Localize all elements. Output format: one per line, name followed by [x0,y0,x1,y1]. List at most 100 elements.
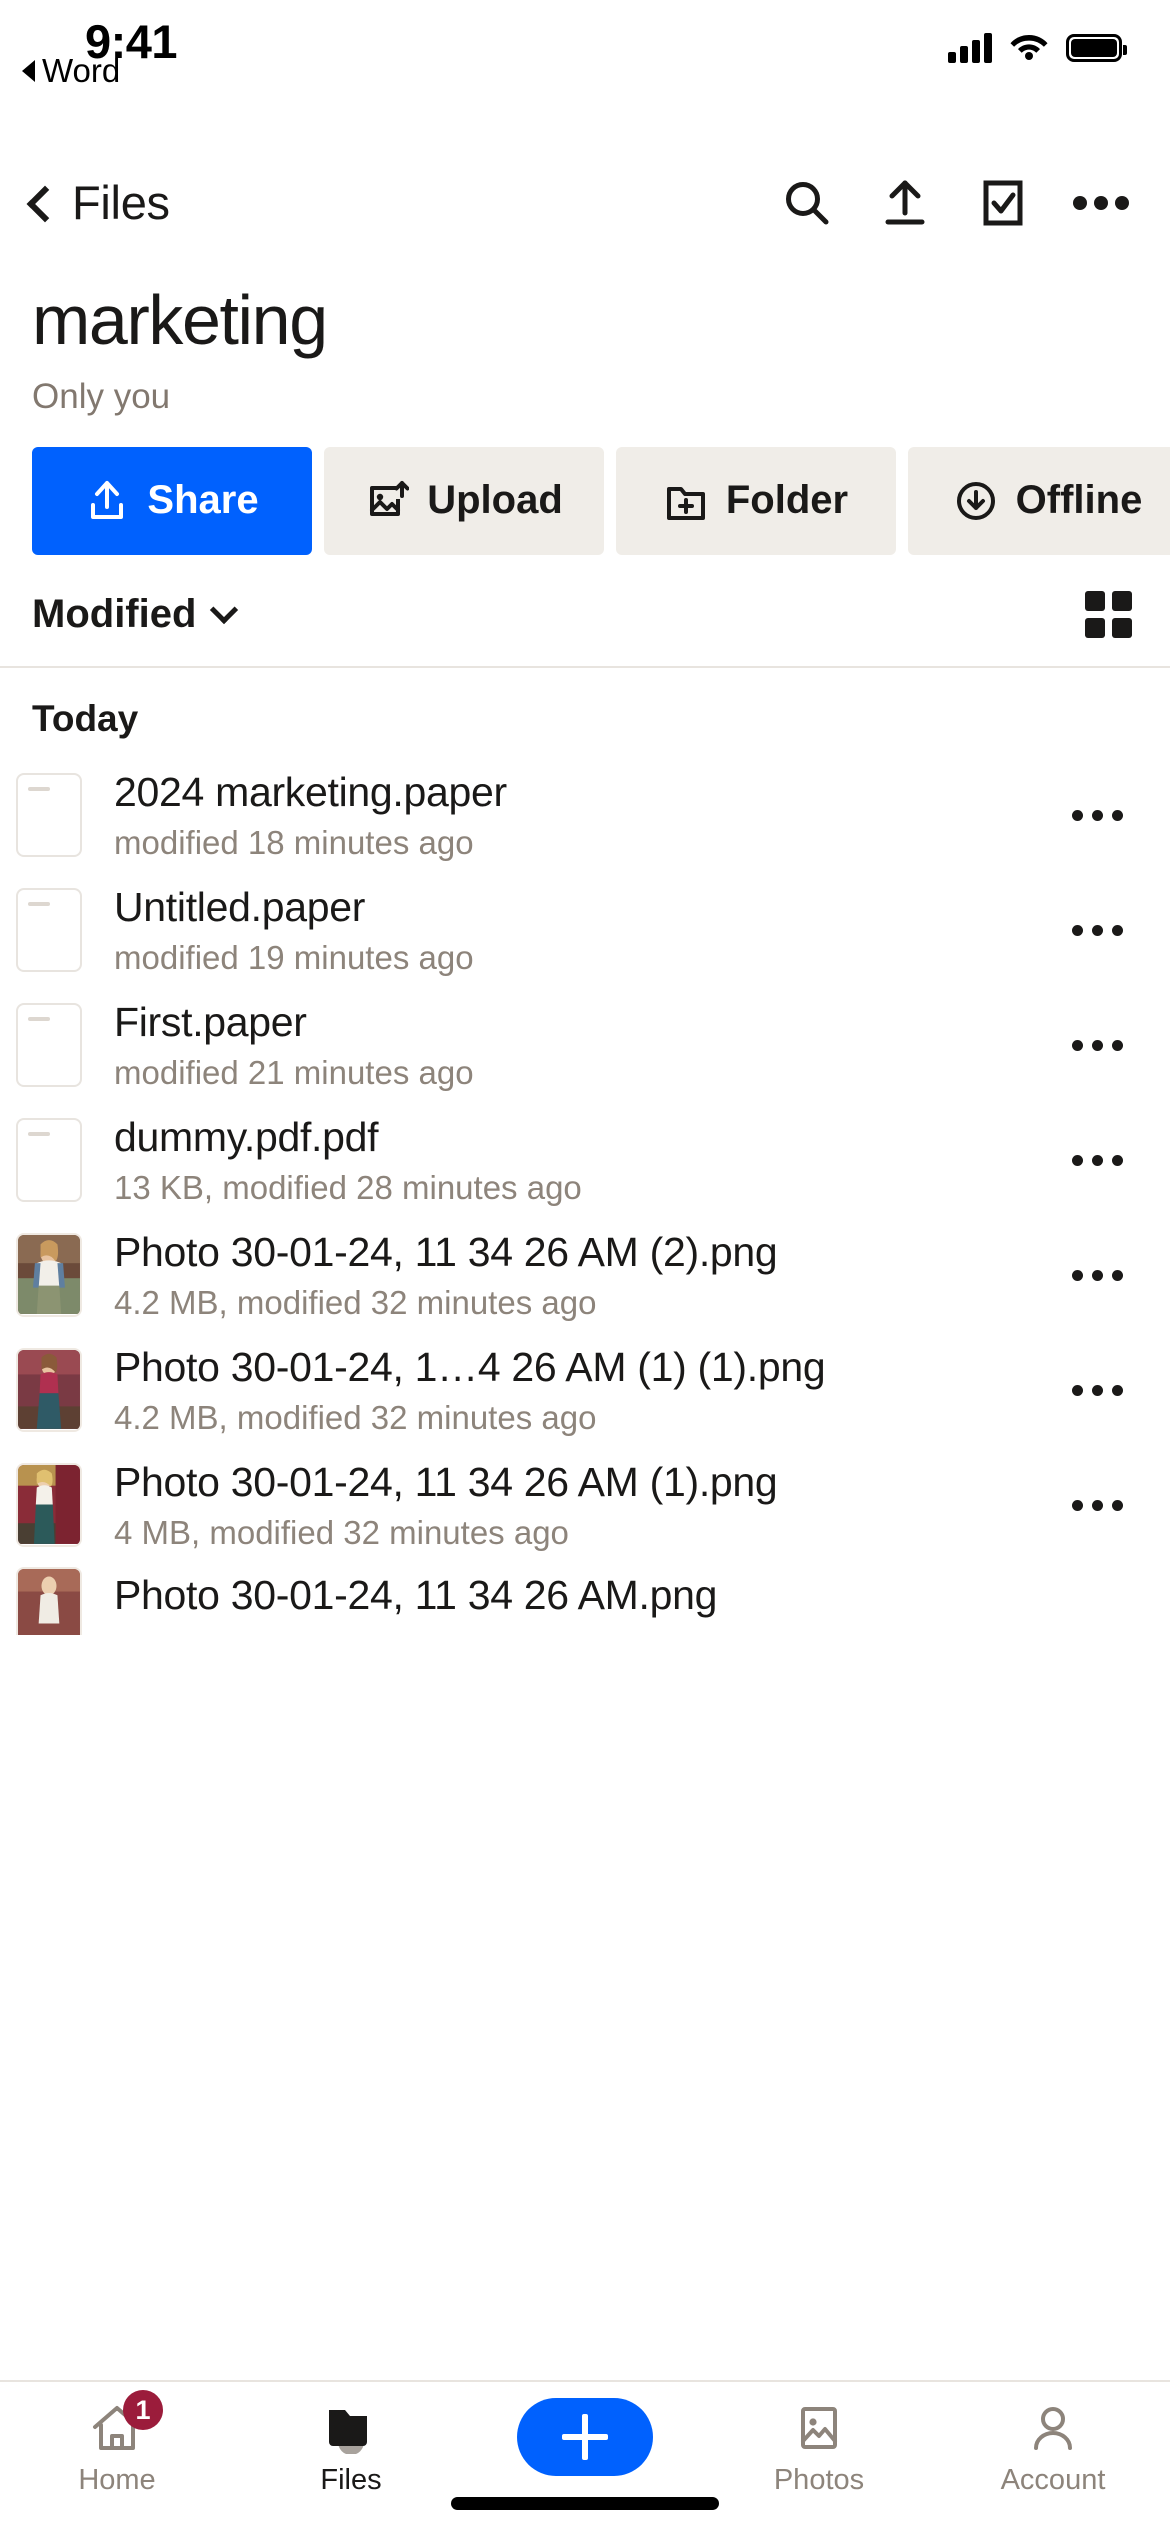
back-button-label: Files [72,176,170,229]
status-bar: 9:41 Word [0,0,1170,150]
sort-and-view-row: Modified [0,555,1170,668]
folder-sharing-status: Only you [32,376,171,416]
home-icon: 1 [87,2390,163,2456]
tab-files-label: Files [320,2464,382,2496]
back-button[interactable]: Files [26,175,170,230]
offline-button[interactable]: Offline [908,446,1170,555]
navigation-actions [778,174,1130,232]
back-triangle-icon [22,60,35,82]
tab-files[interactable]: Files [234,2400,468,2497]
file-name: Untitled.paper [114,883,366,930]
more-horizontal-icon[interactable] [1062,1355,1132,1425]
list-item[interactable]: First.paper modified 21 minutes ago [0,988,1170,1103]
list-item[interactable]: dummy.pdf.pdf 13 KB, modified 28 minutes… [0,1103,1170,1218]
tab-create[interactable] [468,2398,702,2484]
photo-thumbnail [16,1463,82,1548]
more-horizontal-icon[interactable] [1062,1470,1132,1540]
file-name: dummy.pdf.pdf [114,1113,379,1160]
quick-actions-row[interactable]: Share Upload Folder Offline [0,417,1170,555]
file-name: Photo 30-01-24, 1…4 26 AM (1) (1).png [114,1343,826,1390]
more-horizontal-icon[interactable] [1062,780,1132,850]
more-horizontal-icon[interactable] [1062,895,1132,965]
list-item-text: Photo 30-01-24, 11 34 26 AM.png [82,1567,1132,1624]
list-item-text: dummy.pdf.pdf 13 KB, modified 28 minutes… [82,1114,1062,1207]
file-meta: 4 MB, modified 32 minutes ago [114,1513,569,1551]
file-name: First.paper [114,998,307,1045]
status-bar-indicators [948,30,1127,65]
home-badge: 1 [123,2390,163,2430]
upload-button[interactable]: Upload [324,446,604,555]
folder-plus-icon [664,479,708,523]
more-horizontal-icon[interactable] [1062,1010,1132,1080]
file-meta: 13 KB, modified 28 minutes ago [114,1168,582,1206]
file-name: Photo 30-01-24, 11 34 26 AM (2).png [114,1228,778,1275]
file-meta: modified 21 minutes ago [114,1053,474,1091]
list-item[interactable]: Photo 30-01-24, 11 34 26 AM (2).png 4.2 … [0,1218,1170,1333]
offline-button-label: Offline [1015,478,1143,523]
wifi-icon [1009,30,1049,65]
upload-icon[interactable] [876,174,934,232]
create-folder-button[interactable]: Folder [616,446,896,555]
list-item[interactable]: Untitled.paper modified 19 minutes ago [0,873,1170,988]
tab-home[interactable]: 1 Home [0,2390,234,2497]
list-item[interactable]: Photo 30-01-24, 11 34 26 AM (1).png 4 MB… [0,1448,1170,1563]
back-to-app-label: Word [42,52,121,89]
document-thumbnail [16,773,82,858]
list-item-text: Untitled.paper modified 19 minutes ago [82,884,1062,977]
plus-icon [562,2414,608,2460]
create-folder-button-label: Folder [725,478,849,523]
tab-photos[interactable]: Photos [702,2400,936,2497]
file-meta: 4.2 MB, modified 32 minutes ago [114,1398,597,1436]
file-name: Photo 30-01-24, 11 34 26 AM (1).png [114,1458,778,1505]
share-button-label: Share [147,478,259,523]
tab-photos-label: Photos [773,2464,865,2496]
file-list: Today 2024 marketing.paper modified 18 m… [0,668,1170,2380]
app-screen: 9:41 Word Files marketing Only you Share… [0,0,1170,2532]
list-item-text: First.paper modified 21 minutes ago [82,999,1062,1092]
file-name: Photo 30-01-24, 11 34 26 AM.png [114,1571,718,1618]
file-name: 2024 marketing.paper [114,768,507,815]
list-item[interactable]: Photo 30-01-24, 11 34 26 AM.png [0,1563,1170,1635]
search-icon[interactable] [778,174,836,232]
chevron-left-icon [26,185,64,222]
document-thumbnail [16,888,82,973]
upload-button-label: Upload [427,478,563,523]
share-button[interactable]: Share [32,446,312,555]
tab-home-label: Home [78,2464,156,2496]
list-item[interactable]: Photo 30-01-24, 1…4 26 AM (1) (1).png 4.… [0,1333,1170,1448]
sort-button-label: Modified [32,591,197,636]
more-horizontal-icon[interactable] [1062,1125,1132,1195]
back-to-app-button[interactable]: Word [22,52,120,90]
cloud-download-icon [954,479,998,523]
folder-filled-icon [321,2400,381,2456]
chevron-down-icon [210,595,239,625]
photo-thumbnail [16,1348,82,1433]
more-horizontal-icon[interactable] [1062,1240,1132,1310]
person-icon [1023,2400,1083,2456]
list-item-text: Photo 30-01-24, 11 34 26 AM (2).png 4.2 … [82,1229,1062,1322]
photo-thumbnail [16,1233,82,1318]
file-meta: modified 19 minutes ago [114,938,474,976]
page-title: marketing [32,281,328,359]
tab-account-label: Account [1000,2464,1106,2496]
file-meta: 4.2 MB, modified 32 minutes ago [114,1283,597,1321]
folder-header: marketing Only you [0,255,1170,417]
list-item-text: 2024 marketing.paper modified 18 minutes… [82,769,1062,862]
document-thumbnail [16,1118,82,1203]
cellular-bars-icon [948,32,992,63]
create-fab-button[interactable] [517,2398,653,2476]
list-section-header: Today [32,697,139,739]
photo-upload-icon [365,479,410,523]
select-checkbox-icon[interactable] [974,174,1032,232]
tab-account[interactable]: Account [936,2400,1170,2497]
grid-view-icon[interactable] [1085,590,1132,638]
file-meta: modified 18 minutes ago [114,823,474,861]
battery-full-icon [1066,33,1127,62]
list-item[interactable]: 2024 marketing.paper modified 18 minutes… [0,758,1170,873]
list-item-text: Photo 30-01-24, 11 34 26 AM (1).png 4 MB… [82,1459,1062,1552]
more-horizontal-icon[interactable] [1072,174,1130,232]
list-item-text: Photo 30-01-24, 1…4 26 AM (1) (1).png 4.… [82,1344,1062,1437]
sort-button[interactable]: Modified [32,591,239,637]
document-thumbnail [16,1003,82,1088]
navigation-bar: Files [0,150,1170,255]
